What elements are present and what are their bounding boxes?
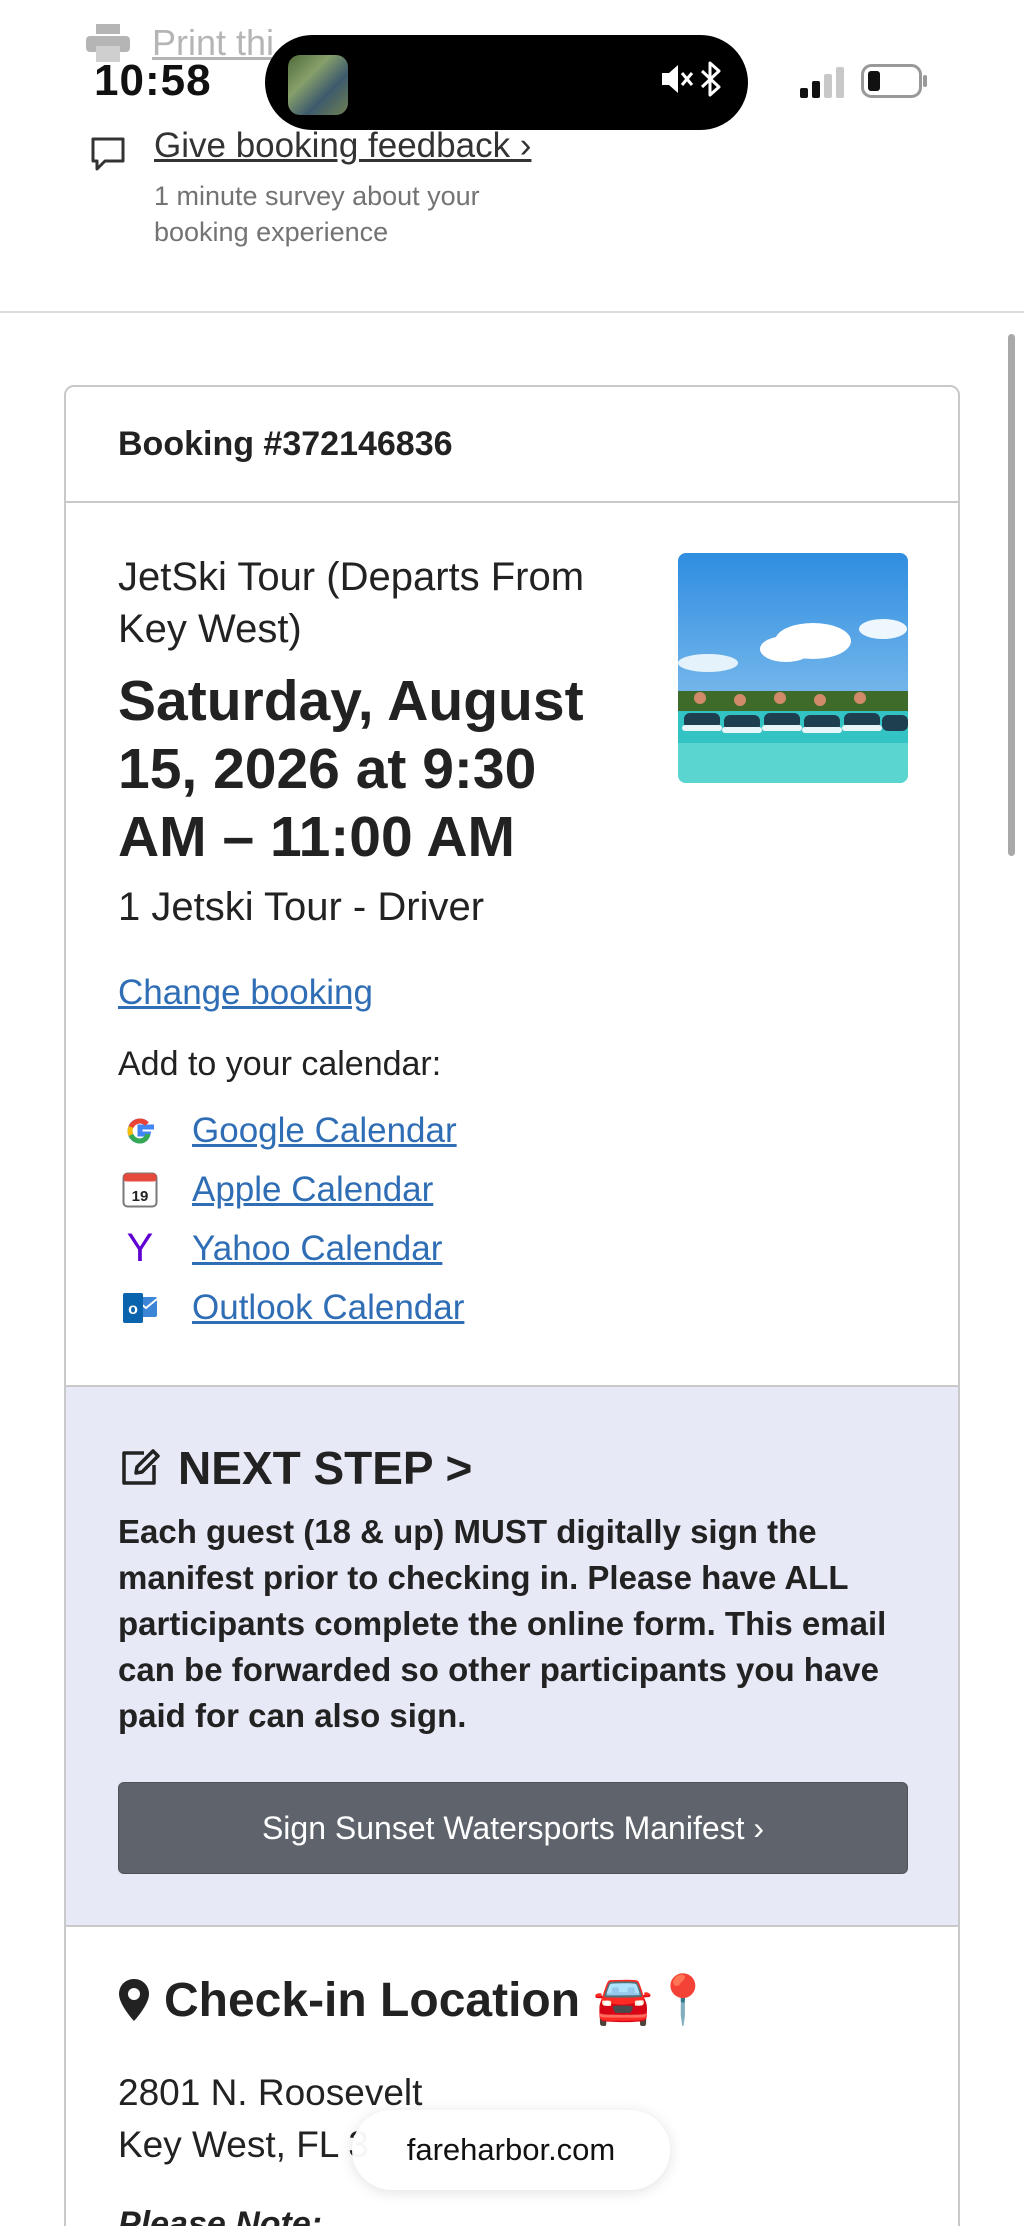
header-divider — [0, 311, 1024, 313]
calendar-link-google[interactable]: Google Calendar — [192, 1111, 457, 1151]
bluetooth-icon — [700, 61, 721, 97]
status-bar: Print thi 10:58 — [0, 0, 1024, 130]
battery-icon — [861, 64, 927, 98]
signal-icon — [800, 67, 844, 98]
yahoo-icon: Y — [126, 1226, 154, 1270]
apple-calendar-icon: 19 — [118, 1168, 162, 1212]
next-step-heading: NEXT STEP > — [118, 1441, 472, 1495]
clock: 10:58 — [94, 56, 212, 105]
booking-number: Booking #372146836 — [66, 387, 958, 503]
booking-details: JetSki Tour (Departs From Key West) Satu… — [66, 503, 958, 1387]
edit-icon — [122, 1449, 160, 1485]
booking-card: Booking #372146836 JetSki Tour (Departs … — [64, 385, 960, 2226]
feedback-subtitle: 1 minute survey about your booking exper… — [154, 181, 480, 247]
calendar-item-outlook[interactable]: o Outlook Calendar — [118, 1278, 464, 1337]
please-note-label: Please Note: — [118, 2205, 323, 2226]
dynamic-island — [265, 35, 748, 130]
speaker-mute-icon — [662, 65, 694, 93]
tour-name: JetSki Tour (Departs From Key West) — [118, 555, 585, 651]
next-step-title: NEXT STEP > — [178, 1442, 473, 1494]
map-pin-icon — [119, 1978, 149, 2021]
calendar-item-google[interactable]: Google Calendar — [118, 1101, 464, 1160]
calendar-link-yahoo[interactable]: Yahoo Calendar — [192, 1229, 442, 1269]
checkin-title: Check-in Location 🚘📍 — [164, 1974, 713, 2027]
change-booking-link[interactable]: Change booking — [118, 973, 373, 1013]
address-line-1: 2801 N. Roosevelt — [118, 2072, 423, 2113]
tour-photo — [678, 553, 908, 783]
calendar-link-outlook[interactable]: Outlook Calendar — [192, 1288, 464, 1328]
browser-url-bar[interactable]: fareharbor.com — [352, 2110, 670, 2190]
svg-text:19: 19 — [132, 1188, 149, 1205]
checkin-heading: Check-in Location 🚘📍 — [118, 1971, 713, 2028]
calendar-label: Add to your calendar: — [118, 1045, 442, 1083]
calendar-link-apple[interactable]: Apple Calendar — [192, 1170, 433, 1210]
calendar-list: Google Calendar 19 Apple Calendar Y Yaho… — [118, 1101, 464, 1337]
calendar-item-apple[interactable]: 19 Apple Calendar — [118, 1160, 464, 1219]
tour-date-time: Saturday, August 15, 2026 at 9:30 AM – 1… — [118, 669, 584, 869]
outlook-icon: o — [118, 1286, 162, 1330]
give-feedback-link[interactable]: Give booking feedback › — [154, 126, 531, 166]
scrollbar[interactable] — [1008, 334, 1015, 856]
now-playing-thumbnail — [288, 55, 348, 115]
sign-manifest-button[interactable]: Sign Sunset Watersports Manifest › — [118, 1782, 908, 1874]
chat-bubble-icon — [91, 137, 125, 171]
svg-text:o: o — [128, 1301, 138, 1318]
next-step-body: Each guest (18 & up) MUST digitally sign… — [118, 1513, 887, 1734]
tour-quantity: 1 Jetski Tour - Driver — [118, 885, 485, 929]
calendar-item-yahoo[interactable]: Y Yahoo Calendar — [118, 1219, 464, 1278]
google-icon — [118, 1109, 162, 1153]
next-step-section: NEXT STEP > Each guest (18 & up) MUST di… — [66, 1387, 958, 1927]
